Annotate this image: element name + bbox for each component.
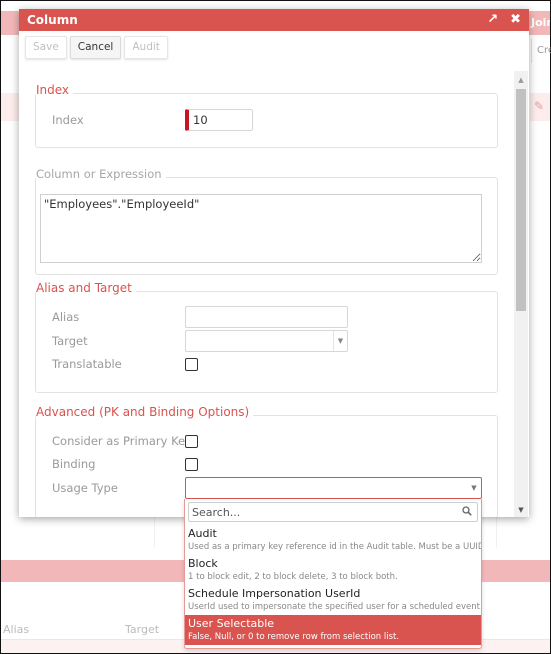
expression-textarea[interactable]: "Employees"."EmployeeId" [40, 194, 482, 263]
create-button[interactable]: Cre [531, 39, 551, 63]
chevron-down-icon[interactable]: ▼ [333, 331, 347, 351]
table-header-alias: Alias [3, 623, 30, 636]
primary-key-label: Consider as Primary Key [52, 434, 192, 448]
primary-key-checkbox[interactable] [185, 434, 198, 448]
index-section: Index Index [35, 83, 498, 148]
background-panel [496, 513, 550, 548]
translatable-label: Translatable [52, 357, 122, 371]
dropdown-option-schedule-impersonation-userid[interactable]: Schedule Impersonation UserId UserId use… [185, 585, 481, 615]
dialog-body: Index Index Column or Expression "Employ… [19, 63, 515, 517]
background-row [1, 93, 21, 121]
option-title: Audit [188, 527, 217, 540]
target-select[interactable]: ▼ [185, 330, 348, 352]
scroll-down-icon[interactable]: ▼ [514, 505, 528, 515]
option-title: User Selectable [188, 617, 275, 630]
option-title: Block [188, 557, 218, 570]
dialog-title: Column [27, 13, 78, 27]
alias-target-section-legend: Alias and Target [36, 281, 136, 295]
dropdown-option-block[interactable]: Block 1 to block edit, 2 to block delete… [185, 555, 481, 585]
save-button[interactable]: Save [25, 35, 67, 59]
dialog-title-bar[interactable]: Column ↗ ✖ [19, 9, 529, 31]
cancel-button[interactable]: Cancel [69, 35, 122, 59]
usage-type-dropdown: Audit Used as a primary key reference id… [184, 499, 482, 649]
scroll-up-icon[interactable]: ▲ [514, 75, 528, 85]
alias-target-section: Alias and Target Alias Target ▼ Translat… [35, 281, 498, 393]
dropdown-option-user-selectable[interactable]: User Selectable False, Null, or 0 to rem… [185, 615, 481, 645]
translatable-checkbox[interactable] [185, 357, 198, 371]
advanced-section-legend: Advanced (PK and Binding Options) [36, 405, 254, 419]
option-description: Used as a primary key reference id in th… [188, 542, 482, 552]
close-icon[interactable]: ✖ [510, 9, 521, 31]
column-dialog: Column ↗ ✖ Save Cancel Audit Index Index… [19, 9, 529, 517]
pencil-icon[interactable]: ✎ [534, 99, 548, 113]
search-icon [462, 506, 472, 516]
target-label: Target [52, 334, 88, 348]
index-label: Index [52, 113, 84, 127]
join-tab[interactable]: Join [529, 11, 550, 35]
dropdown-search[interactable] [188, 502, 478, 522]
maximize-icon[interactable]: ↗ [487, 9, 498, 31]
expression-section-legend: Column or Expression [36, 167, 166, 181]
dialog-toolbar: Save Cancel Audit [19, 31, 529, 63]
alias-label: Alias [52, 310, 80, 324]
option-description: UserId used to impersonate the specified… [188, 602, 482, 612]
option-description: False, Null, or 0 to remove row from sel… [188, 632, 400, 642]
table-header-target: Target [125, 623, 160, 636]
dialog-scrollbar[interactable]: ▲ ▼ [514, 71, 528, 517]
option-description: 1 to block edit, 2 to block delete, 3 to… [188, 572, 398, 582]
usage-type-label: Usage Type [52, 481, 118, 495]
dropdown-option-audit[interactable]: Audit Used as a primary key reference id… [185, 525, 481, 555]
audit-button[interactable]: Audit [124, 35, 168, 59]
background-panel [1, 513, 155, 548]
scrollbar-thumb[interactable] [516, 89, 526, 311]
index-section-legend: Index [36, 83, 74, 97]
background-header-strip [1, 11, 21, 35]
index-input[interactable] [185, 109, 253, 131]
alias-input[interactable] [185, 306, 348, 328]
dropdown-search-input[interactable] [189, 503, 477, 521]
chevron-down-icon[interactable]: ▼ [467, 478, 481, 498]
binding-checkbox[interactable] [185, 457, 198, 471]
option-title: Schedule Impersonation UserId [188, 587, 361, 600]
binding-label: Binding [52, 457, 96, 471]
usage-type-select[interactable]: ▼ [185, 477, 482, 499]
expression-section: Column or Expression "Employees"."Employ… [35, 167, 498, 275]
